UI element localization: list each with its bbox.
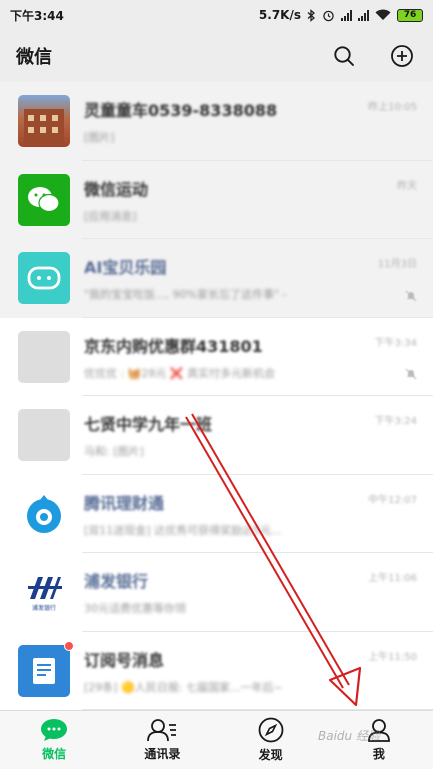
add-button[interactable] — [387, 41, 417, 71]
chat-time: 上午11:06 — [368, 573, 417, 584]
status-bar: 下午3:44 5.7K/s 76 — [0, 0, 433, 30]
plus-circle-icon — [391, 45, 413, 67]
chat-title: 腾讯理财通 — [84, 493, 165, 513]
page-title: 微信 — [16, 47, 52, 68]
chat-time: 下午3:34 — [374, 337, 417, 349]
chat-title: 浦发银行 — [84, 572, 149, 592]
contacts-icon — [147, 719, 177, 742]
chat-preview: [应用消息] — [84, 209, 137, 223]
wifi-icon — [375, 9, 391, 20]
tab-label: 发现 — [258, 748, 283, 762]
top-header: 微信 — [0, 30, 433, 82]
spd-bank-logo-icon — [28, 576, 62, 599]
chat-row[interactable]: 腾讯理财通 [双11送现金] 达优秀可获得奖励达5元... 中午12:07 — [0, 474, 433, 553]
signal-icon — [341, 9, 352, 21]
compass-icon — [258, 717, 284, 743]
avatar — [18, 640, 74, 697]
tab-label: 通讯录 — [144, 747, 181, 761]
chat-title: 京东内购优惠群431801 — [84, 336, 263, 356]
avatar — [18, 173, 70, 226]
chat-time: 昨天 — [397, 180, 417, 192]
chat-row[interactable]: 灵童童车0539-8338088 [图片] 昨上10:05 — [0, 82, 433, 161]
bluetooth-icon — [307, 8, 315, 22]
chat-time: 昨上10:05 — [368, 102, 417, 113]
chat-preview: 30元话费优惠等你领 — [84, 602, 186, 616]
chat-time: 下午3:24 — [374, 416, 417, 427]
avatar — [18, 252, 70, 305]
battery-indicator: 76 — [397, 8, 423, 22]
avatar — [18, 95, 70, 148]
subscription-icon — [33, 657, 55, 684]
chat-preview: "我的宝宝吃饭..., 90%家长忘了这件事" - — [84, 288, 287, 302]
chat-title: 七贤中学九年一班 — [84, 415, 213, 435]
status-time: 下午3:44 — [10, 8, 64, 23]
tab-discover[interactable]: 发现 — [217, 711, 325, 769]
avatar — [18, 330, 70, 383]
chat-preview: 优优优 : 🧺28元 ❌ 真实付多元新机会 — [84, 366, 276, 380]
tab-label: 微信 — [42, 747, 67, 761]
tab-contacts[interactable]: 通讯录 — [108, 711, 216, 769]
chat-title: AI宝贝乐园 — [84, 258, 167, 278]
chat-time: 11月3日 — [377, 259, 417, 270]
wechat-logo-icon — [28, 186, 60, 212]
chat-row[interactable]: 订阅号消息 [29条] 🟡人民日报: 七届国家...一年后~ 上午11:50 — [0, 631, 433, 710]
mute-icon — [405, 368, 417, 380]
avatar: 浦发银行 — [18, 566, 70, 619]
chat-preview: 马和: [图片] — [84, 445, 144, 459]
chat-preview: [双11送现金] 达优秀可获得奖励达5元... — [84, 523, 282, 537]
chat-preview: [图片] — [84, 131, 115, 145]
unread-dot — [64, 640, 74, 651]
chat-time: 中午12:07 — [368, 494, 417, 506]
search-button[interactable] — [329, 41, 359, 71]
chat-row[interactable]: AI宝贝乐园 "我的宝宝吃饭..., 90%家长忘了这件事" - 11月3日 — [0, 239, 433, 318]
status-icons: 5.7K/s 76 — [259, 8, 423, 22]
tab-label: 我 — [372, 747, 385, 761]
robot-icon — [27, 266, 61, 290]
avatar — [18, 409, 70, 462]
network-speed: 5.7K/s — [258, 8, 301, 22]
chat-list: 灵童童车0539-8338088 [图片] 昨上10:05 微信运动 [应用消息… — [0, 82, 433, 710]
chat-row[interactable]: 微信运动 [应用消息] 昨天 — [0, 160, 433, 239]
chat-row[interactable]: 京东内购优惠群431801 优优优 : 🧺28元 ❌ 真实付多元新机会 下午3:… — [0, 317, 433, 396]
chat-title: 微信运动 — [84, 179, 149, 199]
avatar — [18, 487, 70, 540]
chat-preview: [29条] 🟡人民日报: 七届国家...一年后~ — [84, 680, 283, 694]
chat-title: 灵童童车0539-8338088 — [84, 101, 278, 121]
tab-chats[interactable]: 微信 — [0, 711, 108, 769]
chat-title: 订阅号消息 — [84, 650, 165, 670]
chat-row[interactable]: 浦发银行 浦发银行 30元话费优惠等你领 上午11:06 — [0, 553, 433, 632]
mute-icon — [405, 290, 417, 301]
chat-row[interactable]: 七贤中学九年一班 马和: [图片] 下午3:24 — [0, 396, 433, 475]
search-icon — [334, 46, 354, 66]
tencent-wealth-logo-icon — [27, 494, 61, 533]
alarm-icon — [323, 10, 334, 21]
signal-2-icon — [358, 9, 369, 21]
chat-time: 上午11:50 — [368, 651, 417, 663]
watermark: Baidu 经验 — [318, 729, 380, 743]
chat-bubble-icon — [41, 719, 68, 741]
